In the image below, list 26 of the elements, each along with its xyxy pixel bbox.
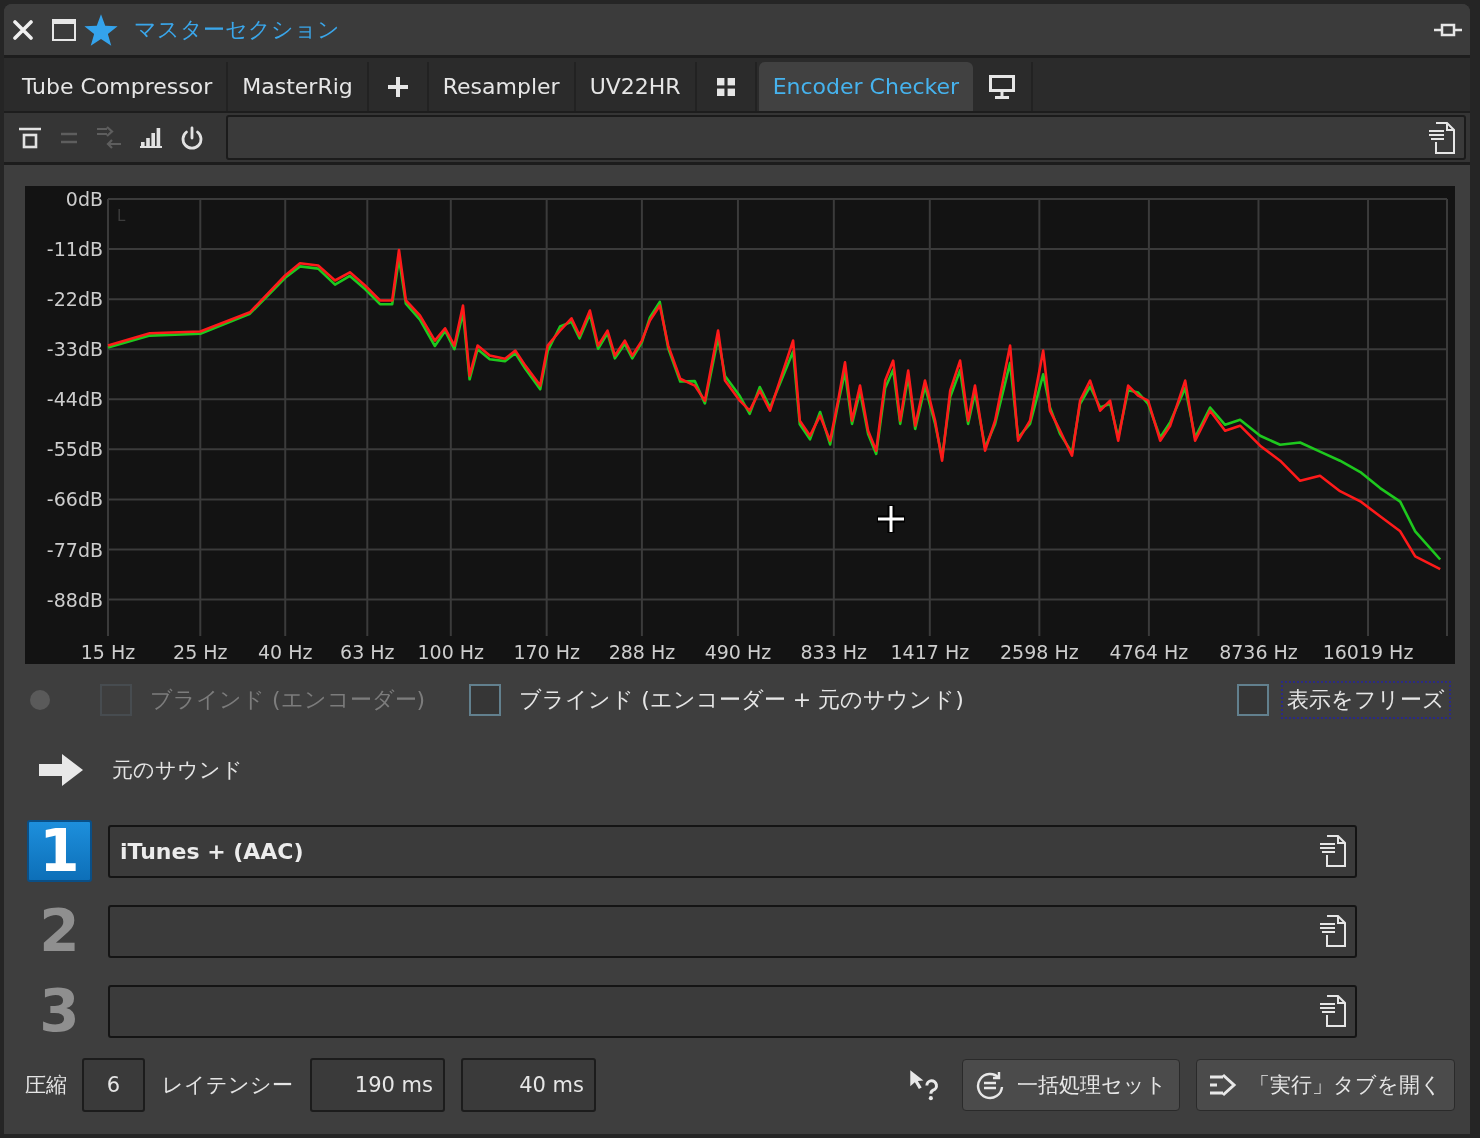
- x-tick-label: 833 Hz: [800, 641, 868, 663]
- x-tick-label: 170 Hz: [513, 641, 580, 663]
- x-tick-label: 63 Hz: [340, 641, 395, 663]
- x-tick-label: 25 Hz: [173, 641, 228, 663]
- y-tick-label: -11dB: [46, 238, 103, 261]
- x-tick-label: 40 Hz: [258, 641, 313, 663]
- compression-label: 圧縮: [25, 1072, 67, 1099]
- x-tick-label: 2598 Hz: [1000, 641, 1079, 663]
- y-tick-label: 0dB: [65, 188, 103, 210]
- x-tick-label: 490 Hz: [704, 641, 772, 663]
- x-tick-label: 1417 Hz: [890, 641, 970, 663]
- y-tick-label: -77dB: [46, 538, 103, 561]
- x-tick-label: 8736 Hz: [1219, 641, 1298, 663]
- y-tick-label: -22dB: [46, 288, 103, 311]
- y-tick-label: -44dB: [46, 388, 103, 411]
- y-tick-label: -88dB: [46, 588, 103, 611]
- x-tick-label: 15 Hz: [80, 641, 136, 663]
- y-tick-label: -55dB: [46, 438, 103, 461]
- latency-label: レイテンシー: [162, 1072, 293, 1099]
- y-tick-label: -66dB: [46, 488, 103, 511]
- x-tick-label: 4764 Hz: [1109, 641, 1189, 663]
- x-tick-label: 16019 Hz: [1322, 641, 1414, 663]
- y-tick-label: -33dB: [46, 338, 103, 361]
- x-tick-label: 100 Hz: [417, 641, 485, 663]
- window-title: マスターセクション: [134, 15, 340, 44]
- x-tick-label: 288 Hz: [608, 641, 676, 663]
